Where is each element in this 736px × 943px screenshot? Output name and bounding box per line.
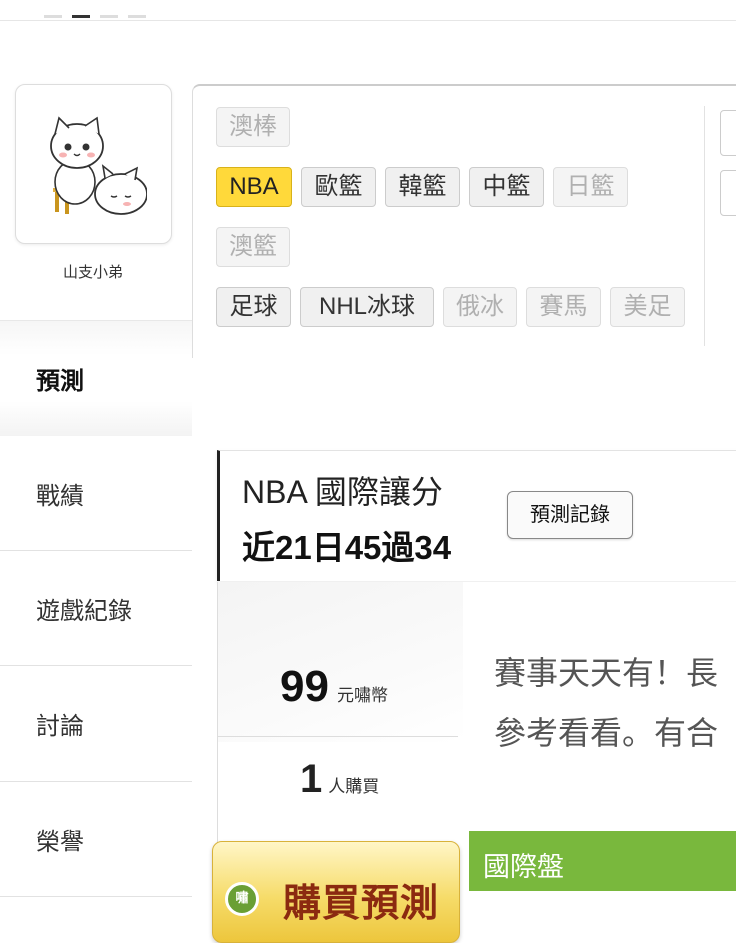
sidebar-item-prediction[interactable]: 預測 [0, 320, 192, 436]
category-pill-aus-basketball[interactable]: 澳籃 [216, 227, 290, 267]
prediction-record-card: NBA 國際讓分 近21日45過34 預測記錄 [217, 450, 736, 581]
category-pill-china-basketball[interactable]: 中籃 [469, 167, 544, 207]
buyer-count-value: 1 [300, 757, 323, 801]
top-bar [0, 0, 736, 21]
buyer-count: 1 人購買 [300, 757, 379, 802]
username: 山支小弟 [62, 263, 123, 281]
coin-icon: 嘯 [225, 882, 259, 916]
sidebar-item-game-log[interactable]: 遊戲紀錄 [0, 551, 192, 665]
category-pill-russia-hockey[interactable]: 俄冰 [443, 287, 517, 327]
page-dot-active[interactable] [72, 15, 90, 18]
sidebar-item-honor[interactable]: 榮譽 [0, 782, 192, 896]
divider [0, 896, 192, 897]
category-pill-japan-basketball[interactable]: 日籃 [553, 167, 628, 207]
buy-prediction-label: 購買預測 [283, 881, 440, 925]
product-description-line: 參考看看。有合 [494, 714, 719, 752]
market-label: 國際盤 [483, 852, 564, 883]
category-pill-nhl[interactable]: NHL冰球 [300, 287, 434, 327]
market-content [469, 891, 736, 931]
price: 99 元嘯幣 [280, 662, 388, 712]
price-value: 99 [280, 662, 329, 711]
divider [218, 736, 458, 737]
market-header: 國際盤 [469, 831, 736, 891]
record-title: NBA 國際讓分 [242, 474, 443, 510]
cats-sticker-icon [50, 116, 147, 215]
page-dot[interactable] [128, 15, 146, 18]
sidebar-item-discussion[interactable]: 討論 [0, 666, 192, 781]
prediction-history-button[interactable]: 預測記錄 [507, 491, 633, 539]
category-pill-nba[interactable]: NBA [216, 167, 292, 207]
page-dot[interactable] [100, 15, 118, 18]
category-pill-american-football[interactable]: 美足 [610, 287, 685, 327]
category-pill-aus-baseball[interactable]: 澳棒 [216, 107, 290, 147]
divider [704, 106, 705, 346]
buyer-count-unit: 人購買 [328, 777, 380, 797]
side-option-box[interactable] [720, 170, 736, 216]
sidebar-item-record[interactable]: 戰績 [0, 436, 192, 550]
category-pill-football[interactable]: 足球 [216, 287, 291, 327]
record-summary: 近21日45過34 [242, 529, 452, 566]
page-dot[interactable] [44, 15, 62, 18]
category-pill-horse-racing[interactable]: 賽馬 [526, 287, 601, 327]
avatar[interactable] [15, 84, 172, 244]
category-pill-korea-basketball[interactable]: 韓籃 [385, 167, 460, 207]
price-unit: 元嘯幣 [336, 686, 388, 706]
side-option-box[interactable] [720, 110, 736, 156]
product-description-line: 賽事天天有！長 [494, 654, 719, 692]
page-indicator [44, 15, 146, 18]
category-pill-euro-basketball[interactable]: 歐籃 [301, 167, 376, 207]
